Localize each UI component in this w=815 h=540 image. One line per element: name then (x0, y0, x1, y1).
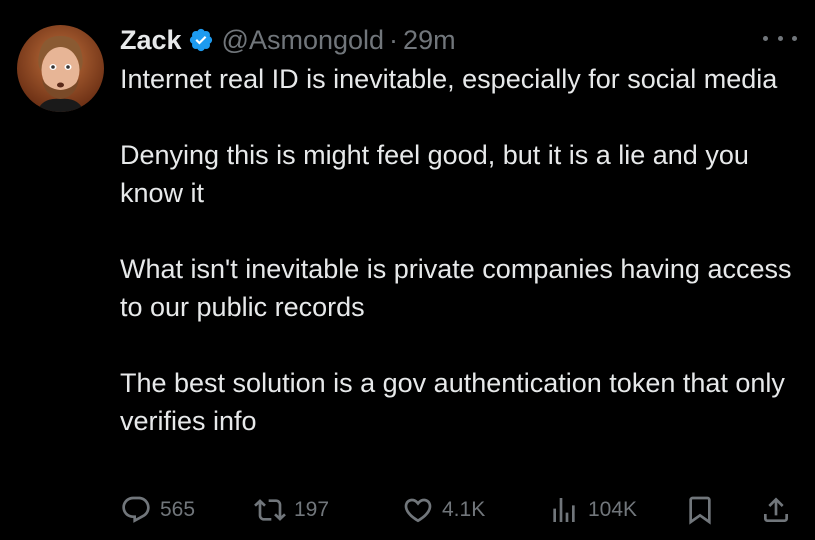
repost-button[interactable]: 197 (254, 490, 329, 530)
tweet-card: Zack @Asmongold · 29m Internet real ID i… (0, 0, 815, 540)
views-button[interactable]: 104K (548, 490, 637, 530)
more-horizontal-icon[interactable] (763, 30, 797, 46)
post-time[interactable]: 29m (403, 25, 456, 56)
author-handle[interactable]: @Asmongold (222, 25, 385, 56)
share-icon (760, 494, 792, 526)
verified-badge-icon (188, 27, 214, 53)
reply-button[interactable]: 565 (120, 490, 195, 530)
tweet-text: Internet real ID is inevitable, especial… (120, 60, 800, 440)
reply-icon (120, 494, 152, 526)
share-button[interactable] (760, 490, 792, 530)
tweet-paragraph: Internet real ID is inevitable, especial… (120, 64, 778, 94)
views-chart-icon (548, 494, 580, 526)
views-count: 104K (588, 498, 638, 521)
reply-count: 565 (160, 498, 196, 521)
tweet-paragraph: What isn't inevitable is private compani… (120, 254, 792, 322)
tweet-paragraph: Denying this is might feel good, but it … (120, 140, 749, 208)
tweet-header: Zack @Asmongold · 29m (120, 20, 456, 60)
heart-icon (402, 494, 434, 526)
action-bar: 565 197 4.1K 104K (120, 490, 800, 530)
like-count: 4.1K (442, 498, 486, 521)
separator-dot: · (389, 24, 399, 55)
repost-icon (254, 494, 286, 526)
bookmark-button[interactable] (684, 490, 716, 530)
repost-count: 197 (294, 498, 330, 521)
like-button[interactable]: 4.1K (402, 490, 485, 530)
avatar[interactable] (17, 25, 104, 112)
tweet-paragraph: The best solution is a gov authenticatio… (120, 368, 785, 436)
bookmark-icon (684, 494, 716, 526)
author-name[interactable]: Zack (120, 25, 182, 56)
